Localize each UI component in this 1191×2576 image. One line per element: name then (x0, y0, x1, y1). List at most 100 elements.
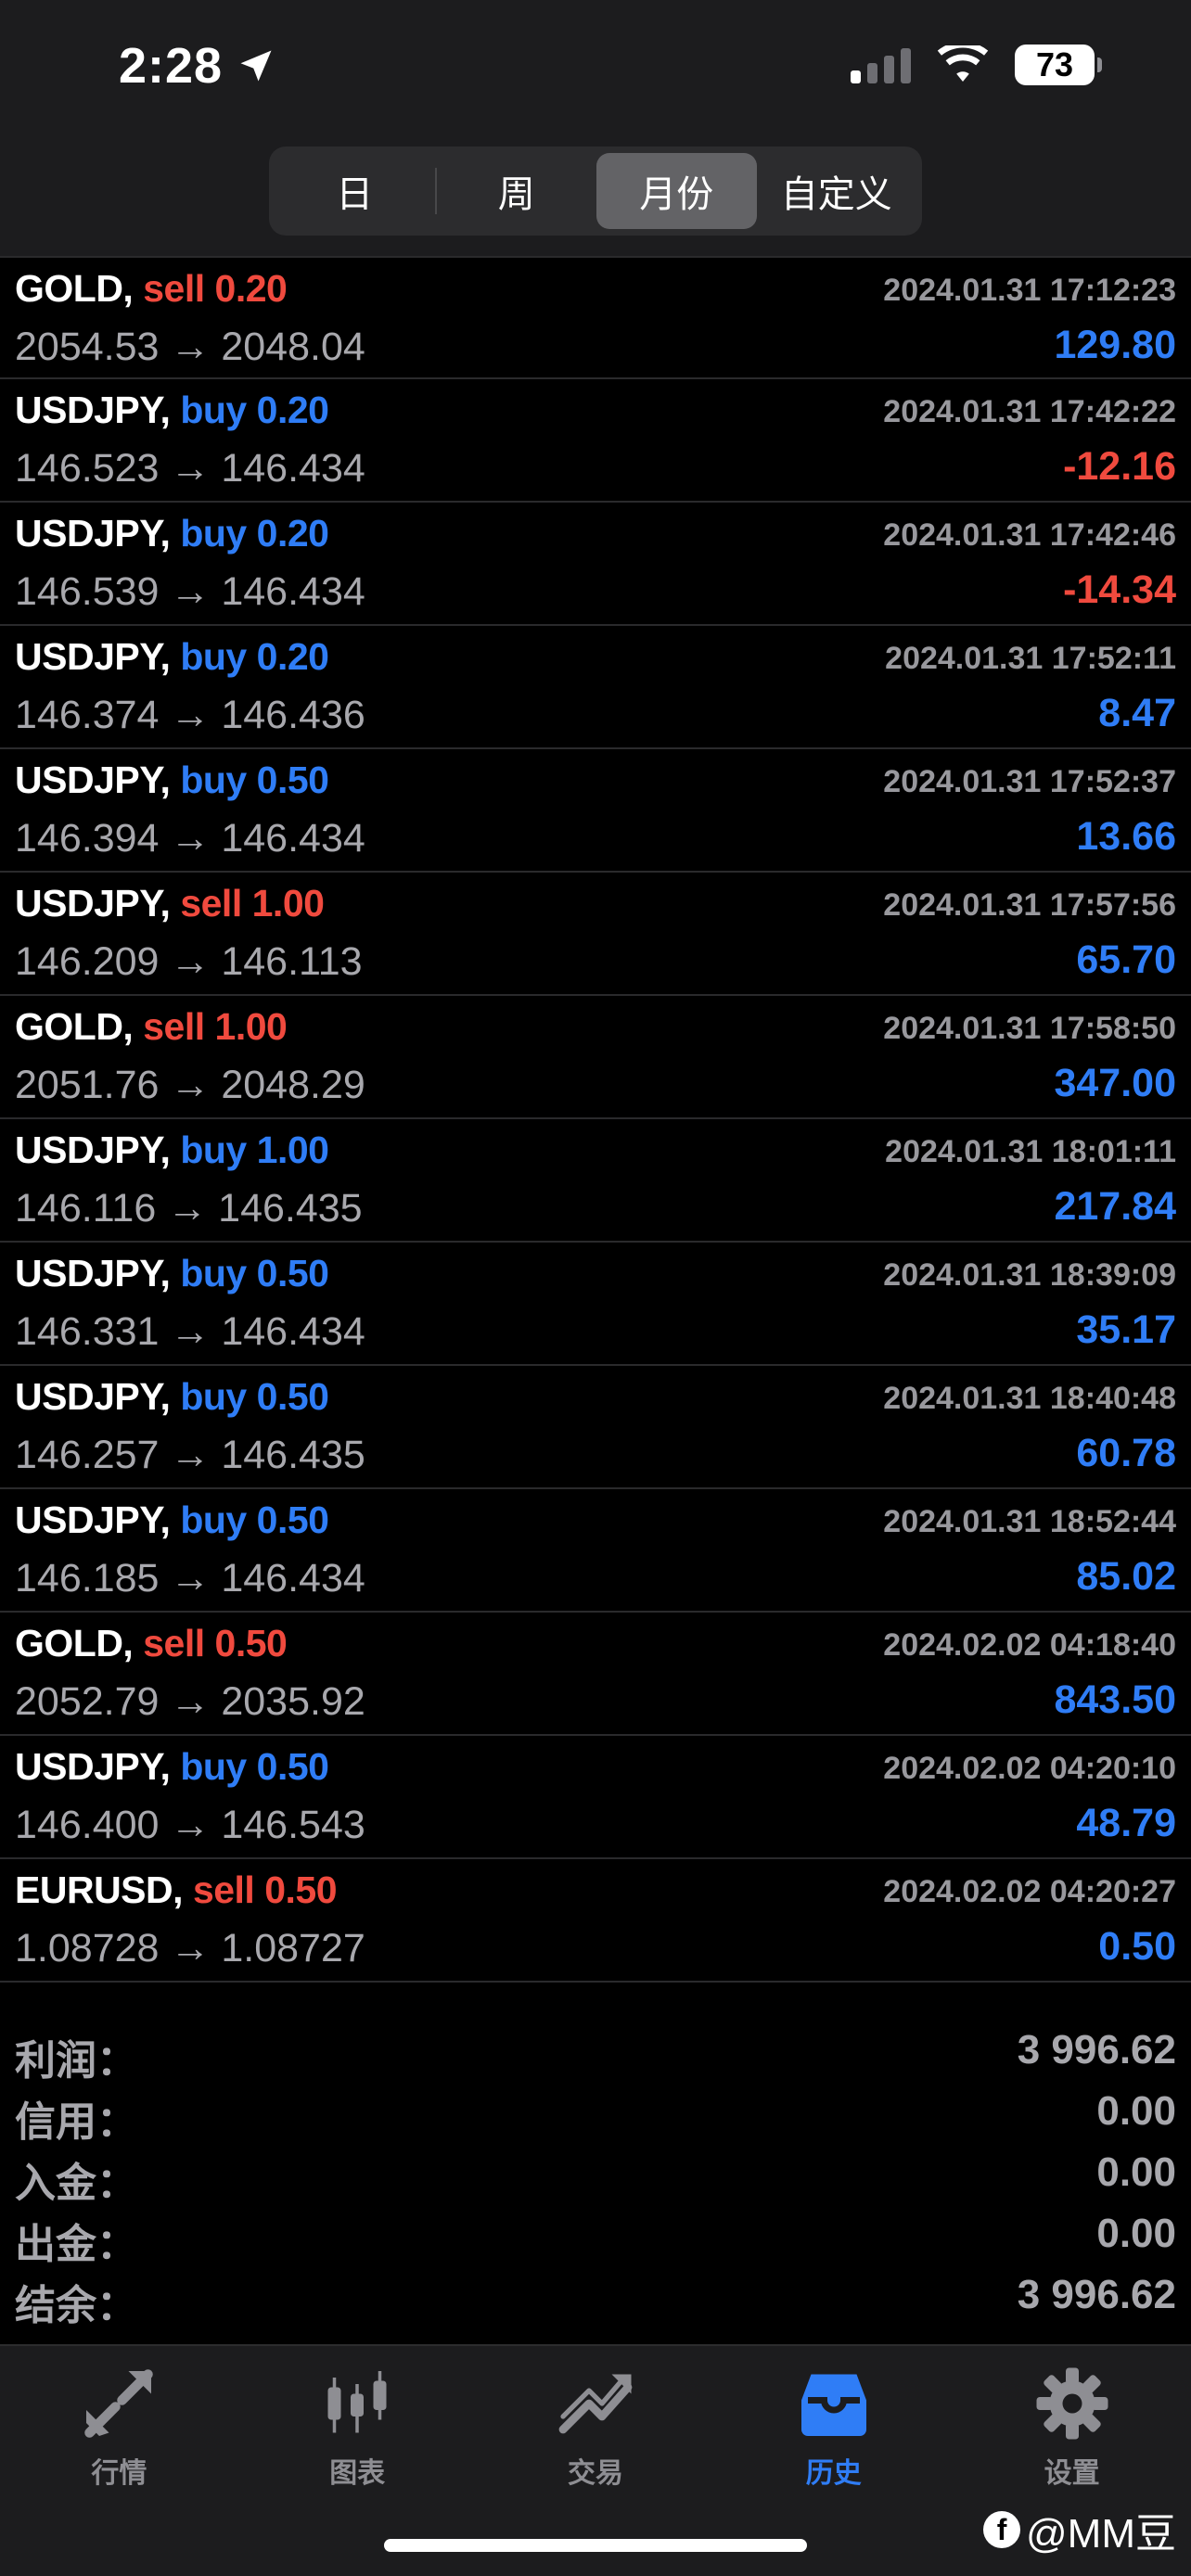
trade-symbol: GOLD, (15, 1622, 134, 1664)
summary-row: 入金： 0.00 (0, 2140, 1191, 2206)
trade-open-price: 146.331 (15, 1309, 160, 1354)
summary-value: 0.00 (1096, 2088, 1176, 2134)
arrow-right-icon: → (170, 816, 211, 861)
trade-close-price: 146.113 (221, 939, 363, 984)
trade-close-price: 146.436 (221, 693, 365, 737)
trade-datetime: 2024.02.02 04:18:40 (883, 1627, 1176, 1663)
trade-row[interactable]: USDJPY, buy 0.50 2024.02.02 04:20:10 146.4… (0, 1736, 1191, 1859)
tab-history[interactable]: 历史 (714, 2365, 953, 2491)
trade-profit: -12.16 (1063, 444, 1176, 489)
trade-row[interactable]: USDJPY, buy 0.50 2024.01.31 17:52:37 146.3… (0, 749, 1191, 873)
summary-label: 出金： (15, 2222, 137, 2267)
trade-open-price: 2054.53 (15, 325, 160, 369)
trade-symbol: GOLD, (15, 1005, 134, 1048)
trade-prices: 146.209 → 146.113 (15, 939, 363, 985)
trade-row[interactable]: GOLD, sell 0.20 2024.01.31 17:12:23 2054.5… (0, 256, 1191, 379)
trade-prices: 2051.76 → 2048.29 (15, 1063, 365, 1108)
segment-month[interactable]: 月份 (596, 153, 757, 229)
trade-datetime: 2024.02.02 04:20:10 (883, 1751, 1176, 1786)
trade-row[interactable]: USDJPY, buy 0.20 2024.01.31 17:42:22 146.5… (0, 379, 1191, 503)
trade-datetime: 2024.02.02 04:20:27 (883, 1874, 1176, 1909)
arrow-right-icon: → (170, 1556, 211, 1600)
trade-row[interactable]: USDJPY, buy 0.50 2024.01.31 18:40:48 146.2… (0, 1366, 1191, 1489)
quotes-arrows-icon (84, 2369, 154, 2438)
home-indicator (384, 2539, 807, 2552)
trade-prices: 146.185 → 146.434 (15, 1556, 365, 1601)
trade-symbol-line: USDJPY, buy 0.50 (15, 1498, 329, 1542)
trade-symbol-line: USDJPY, buy 0.20 (15, 512, 329, 555)
trade-profit: 347.00 (1054, 1061, 1176, 1105)
trade-side: sell (192, 1868, 255, 1911)
history-inbox-icon (800, 2374, 866, 2436)
trade-datetime: 2024.01.31 18:40:48 (883, 1381, 1176, 1416)
tab-settings[interactable]: 设置 (953, 2365, 1191, 2491)
trade-row[interactable]: USDJPY, buy 1.00 2024.01.31 18:01:11 146.1… (0, 1119, 1191, 1243)
trade-open-price: 2052.79 (15, 1679, 160, 1724)
trade-symbol: EURUSD, (15, 1868, 184, 1911)
trade-volume: 0.50 (256, 1498, 329, 1541)
trade-open-price: 1.08728 (15, 1926, 160, 1970)
trade-datetime: 2024.01.31 17:12:23 (883, 273, 1176, 308)
arrow-right-icon: → (170, 939, 211, 984)
trade-symbol-line: USDJPY, buy 0.50 (15, 1252, 329, 1295)
trade-trend-icon (558, 2374, 633, 2434)
account-summary: 利润： 3 996.62 信用： 0.00 入金： 0.00 出金： 0.00 结余： 3 996… (0, 2018, 1191, 2328)
trade-symbol-line: USDJPY, buy 0.50 (15, 759, 329, 802)
trade-datetime: 2024.01.31 17:57:56 (883, 887, 1176, 923)
trade-symbol: USDJPY, (15, 389, 171, 431)
trade-symbol-line: GOLD, sell 0.20 (15, 267, 288, 311)
trade-row[interactable]: USDJPY, buy 0.50 2024.01.31 18:39:09 146.3… (0, 1243, 1191, 1366)
trade-datetime: 2024.01.31 17:58:50 (883, 1011, 1176, 1046)
trade-side: buy (180, 1375, 247, 1418)
tab-charts[interactable]: 图表 (238, 2365, 477, 2491)
trade-profit: 60.78 (1076, 1431, 1176, 1475)
summary-value: 3 996.62 (1017, 2272, 1176, 2317)
trade-prices: 146.257 → 146.435 (15, 1433, 365, 1478)
summary-row: 信用： 0.00 (0, 2079, 1191, 2145)
tab-quotes[interactable]: 行情 (0, 2365, 238, 2491)
battery-level: 73 (1015, 45, 1095, 85)
trade-close-price: 146.434 (221, 1309, 365, 1354)
trade-row[interactable]: USDJPY, buy 0.20 2024.01.31 17:52:11 146.3… (0, 626, 1191, 749)
trade-row[interactable]: GOLD, sell 0.50 2024.02.02 04:18:40 2052.7… (0, 1613, 1191, 1736)
trade-datetime: 2024.01.31 17:52:11 (885, 641, 1176, 676)
arrow-right-icon: → (170, 1433, 211, 1477)
trade-row[interactable]: GOLD, sell 1.00 2024.01.31 17:58:50 2051.7… (0, 996, 1191, 1119)
arrow-right-icon: → (167, 1186, 208, 1231)
trade-symbol-line: GOLD, sell 0.50 (15, 1622, 288, 1665)
trade-symbol-line: GOLD, sell 1.00 (15, 1005, 288, 1049)
top-header: 2:28 73 日 周 月份 自定义 (0, 0, 1191, 256)
trade-close-price: 2048.04 (221, 325, 365, 369)
trade-profit: 217.84 (1054, 1184, 1176, 1229)
trade-symbol-line: USDJPY, buy 0.50 (15, 1745, 329, 1789)
segment-custom[interactable]: 自定义 (757, 153, 917, 229)
tab-quotes-label: 行情 (91, 2458, 147, 2489)
tab-trade[interactable]: 交易 (477, 2365, 715, 2491)
trade-open-price: 2051.76 (15, 1063, 160, 1107)
trade-row[interactable]: EURUSD, sell 0.50 2024.02.02 04:20:27 1.08… (0, 1859, 1191, 1983)
trade-volume: 0.50 (214, 1622, 288, 1664)
trade-datetime: 2024.01.31 18:39:09 (883, 1257, 1176, 1293)
arrow-right-icon: → (170, 1679, 211, 1724)
summary-label: 利润： (15, 2038, 137, 2084)
trade-side: buy (180, 635, 247, 678)
trade-volume: 0.50 (256, 1375, 329, 1418)
tab-settings-label: 设置 (1044, 2458, 1100, 2489)
trade-row[interactable]: USDJPY, buy 0.20 2024.01.31 17:42:46 146.5… (0, 503, 1191, 626)
period-segmented-control: 日 周 月份 自定义 (269, 147, 922, 236)
trade-prices: 146.331 → 146.434 (15, 1309, 365, 1355)
trade-volume: 0.50 (264, 1868, 338, 1911)
segment-day[interactable]: 日 (275, 153, 435, 229)
trade-prices: 146.116 → 146.435 (15, 1186, 363, 1231)
trade-volume: 1.00 (251, 882, 325, 925)
trade-side: buy (180, 1498, 247, 1541)
segment-week[interactable]: 周 (437, 153, 597, 229)
trade-volume: 1.00 (214, 1005, 288, 1048)
facebook-icon: f (983, 2511, 1021, 2548)
trade-symbol: GOLD, (15, 267, 134, 310)
trade-row[interactable]: USDJPY, buy 0.50 2024.01.31 18:52:44 146.1… (0, 1489, 1191, 1613)
tab-history-label: 历史 (805, 2458, 862, 2489)
summary-value: 0.00 (1096, 2211, 1176, 2256)
arrow-right-icon: → (170, 1309, 211, 1354)
trade-row[interactable]: USDJPY, sell 1.00 2024.01.31 17:57:56 146.… (0, 873, 1191, 996)
